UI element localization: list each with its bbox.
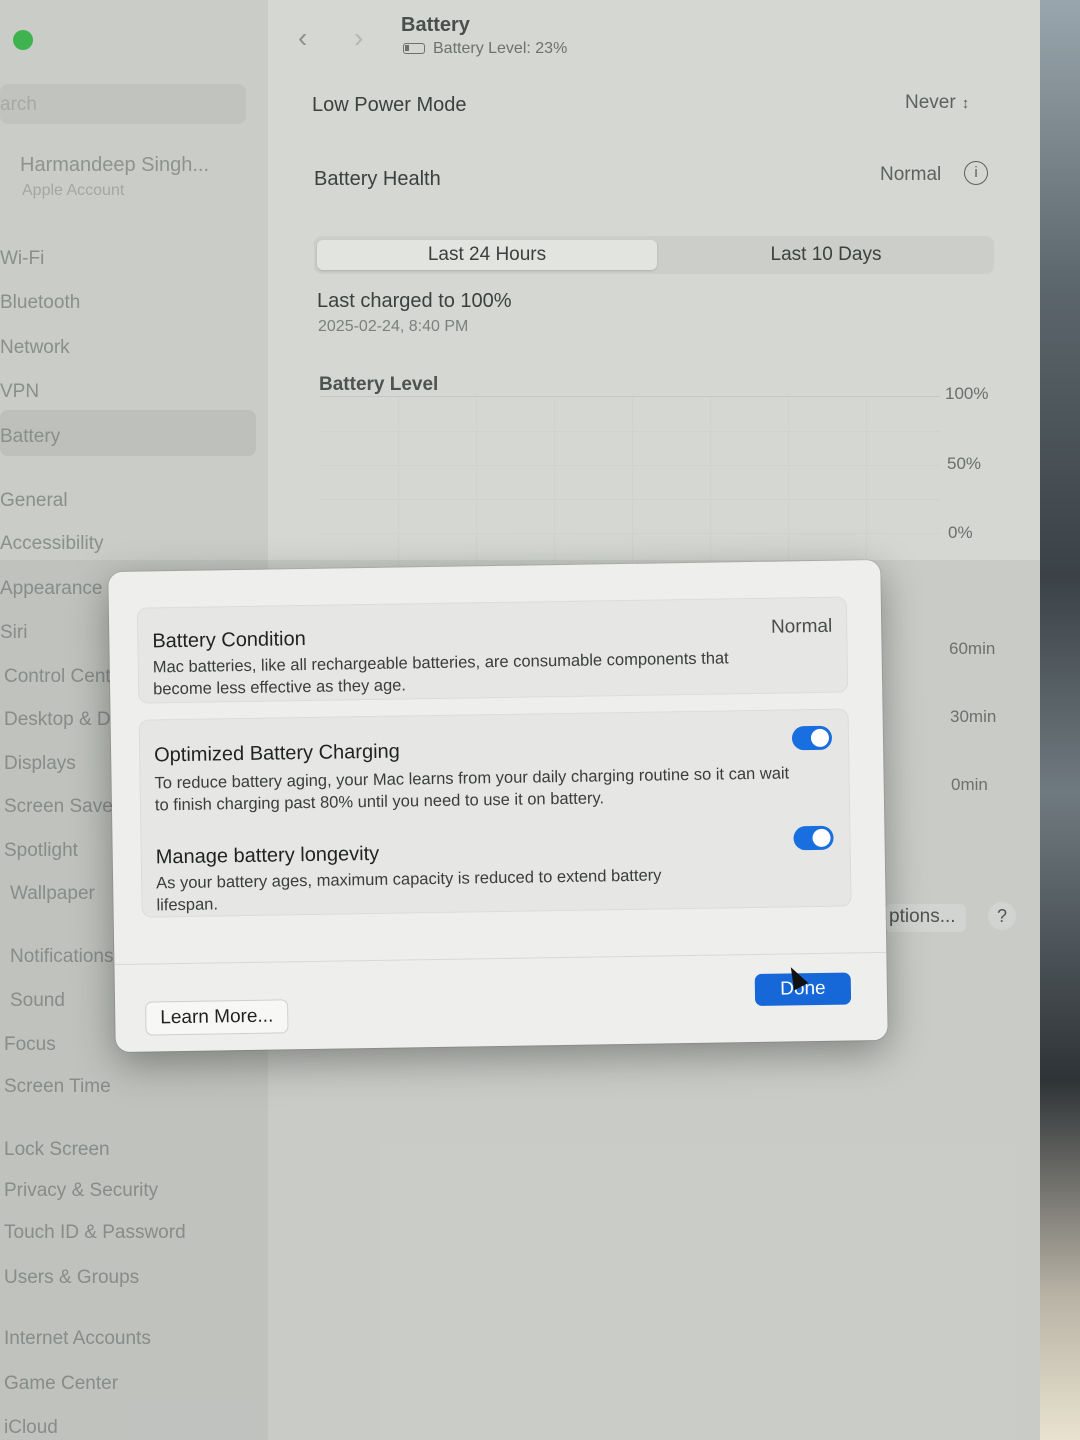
charging-options-card: Optimized Battery Charging To reduce bat… — [138, 708, 852, 918]
battery-level-chart-title: Battery Level — [319, 374, 439, 395]
manage-longevity-toggle[interactable] — [793, 825, 834, 851]
forward-arrow-icon[interactable]: › — [354, 22, 363, 54]
battery-level-chart — [320, 396, 940, 577]
sidebar-item-battery[interactable]: Battery — [0, 426, 60, 448]
low-power-mode-select[interactable]: Never ↕ — [905, 92, 969, 114]
grid-line — [320, 465, 940, 466]
grid-line — [710, 397, 711, 577]
last-charged-date: 2025-02-24, 8:40 PM — [318, 318, 469, 335]
page-title: Battery — [401, 14, 470, 36]
battery-health-label: Battery Health — [314, 168, 441, 190]
manage-longevity-description: As your battery ages, maximum capacity i… — [156, 866, 662, 915]
battery-icon — [403, 43, 425, 54]
account-subtitle: Apple Account — [22, 182, 125, 199]
y-axis-label-50: 50% — [947, 454, 982, 473]
time-range-segmented-control: Last 24 Hours Last 10 Days — [314, 236, 994, 274]
sidebar-item-label: VPN — [0, 381, 40, 402]
grid-line — [476, 397, 477, 577]
learn-more-button[interactable]: Learn More... — [145, 999, 289, 1036]
manage-longevity-title: Manage battery longevity — [155, 842, 380, 869]
battery-level-text: Battery Level: 23% — [433, 40, 568, 57]
battery-condition-title: Battery Condition — [152, 628, 306, 653]
optimized-charging-title: Optimized Battery Charging — [153, 740, 400, 767]
low-power-mode-value: Never — [905, 92, 956, 113]
last-charged-text: Last charged to 100% — [317, 290, 512, 312]
sidebar-item-label: Accessibility — [0, 533, 104, 554]
battery-condition-card: Battery Condition Normal Mac batteries, … — [136, 596, 849, 704]
grid-line — [320, 533, 940, 534]
account-name[interactable]: Harmandeep Singh... — [20, 154, 209, 177]
battery-level-status: Battery Level: 23% — [403, 40, 567, 58]
battery-health-sheet: Battery Condition Normal Mac batteries, … — [108, 559, 888, 1053]
sidebar-item-label: Wi-Fi — [0, 248, 45, 269]
sidebar-item-accessibility[interactable]: Accessibility — [0, 533, 103, 555]
grid-line — [398, 397, 399, 577]
sidebar-item-wi-fi[interactable]: Wi-Fi — [0, 248, 44, 270]
battery-condition-description: Mac batteries, like all rechargeable bat… — [152, 649, 729, 699]
sidebar-item-bluetooth[interactable]: Bluetooth — [0, 292, 80, 314]
sidebar-item-label: Bluetooth — [0, 292, 81, 313]
battery-condition-value: Normal — [770, 615, 833, 638]
optimized-charging-description: To reduce battery aging, your Mac learns… — [154, 764, 790, 815]
grid-line — [320, 431, 940, 432]
grid-line — [788, 397, 789, 577]
chevron-updown-icon: ↕ — [961, 95, 970, 112]
search-placeholder: arch — [0, 94, 37, 115]
grid-line — [632, 397, 633, 577]
zoom-window-button[interactable] — [13, 30, 33, 50]
sidebar-item-label: Battery — [0, 426, 61, 447]
sidebar-item-vpn[interactable]: VPN — [0, 381, 39, 403]
search-input[interactable]: arch — [0, 84, 246, 124]
low-power-mode-label: Low Power Mode — [312, 94, 467, 116]
info-icon[interactable]: i — [964, 161, 988, 185]
sheet-divider — [114, 951, 887, 966]
optimized-charging-toggle[interactable] — [791, 725, 833, 751]
sidebar-item-network[interactable]: Network — [0, 337, 70, 359]
back-arrow-icon[interactable]: ‹ — [298, 22, 307, 54]
system-settings-window: arch Harmandeep Singh... Apple Account W… — [0, 0, 1040, 1440]
grid-line — [554, 397, 555, 577]
tab-last-24-hours[interactable]: Last 24 Hours — [317, 240, 657, 270]
sidebar-item-general[interactable]: General — [0, 490, 68, 512]
y-axis-label-100: 100% — [945, 384, 989, 403]
tab-last-10-days[interactable]: Last 10 Days — [706, 240, 946, 270]
grid-line — [866, 397, 867, 577]
sidebar-item-label: General — [0, 490, 68, 511]
y-axis-label-0: 0% — [948, 523, 973, 542]
grid-line — [320, 499, 940, 500]
battery-health-value: Normal — [880, 164, 942, 185]
sidebar-item-label: Network — [0, 337, 70, 358]
